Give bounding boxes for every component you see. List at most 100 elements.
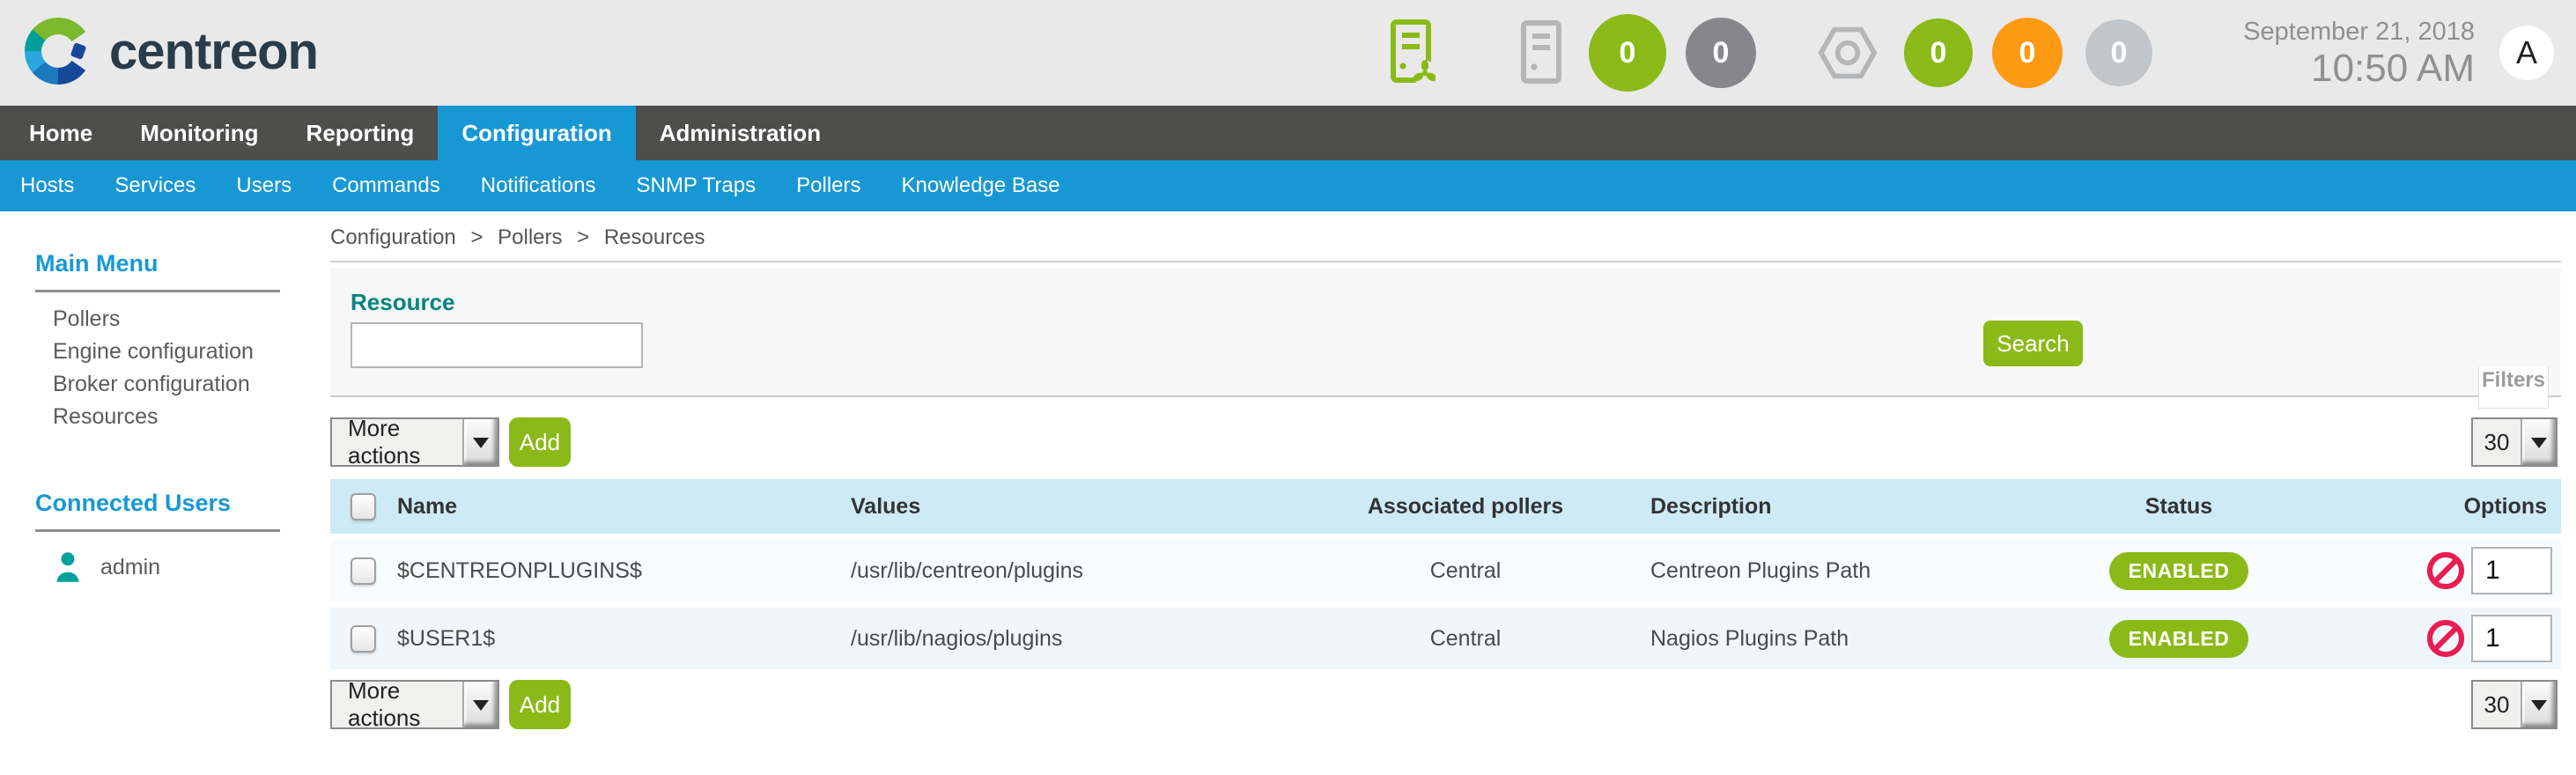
table-header: Name Values Associated pollers Descripti… — [330, 479, 2561, 534]
sub-nav: Hosts Services Users Commands Notificati… — [0, 160, 2576, 211]
connected-user-name: admin — [100, 555, 160, 580]
col-header-name[interactable]: Name — [388, 494, 836, 520]
user-avatar[interactable]: A — [2499, 26, 2554, 80]
sidebar-item-broker-configuration[interactable]: Broker configuration — [53, 368, 330, 401]
hosts-icon[interactable] — [1520, 19, 1562, 86]
resource-label: Resource — [351, 289, 455, 316]
sidebar-connected-users-title: Connected Users — [35, 490, 330, 517]
sidebar-item-engine-configuration[interactable]: Engine configuration — [53, 336, 330, 368]
subnav-item-hosts[interactable]: Hosts — [0, 173, 94, 198]
more-actions-label: More actions — [332, 677, 462, 732]
col-header-description[interactable]: Description — [1576, 494, 2051, 520]
services-unknown-badge[interactable]: 0 — [2085, 19, 2152, 86]
row-checkbox[interactable] — [351, 557, 376, 585]
sidebar-divider — [35, 529, 280, 532]
subnav-item-snmp-traps[interactable]: SNMP Traps — [616, 173, 777, 198]
main-content: Configuration > Pollers > Resources Reso… — [330, 211, 2565, 775]
col-header-associated-pollers[interactable]: Associated pollers — [1355, 494, 1576, 520]
order-input[interactable] — [2471, 615, 2552, 662]
resource-value: /usr/lib/centreon/plugins — [836, 558, 1355, 584]
status-badge: ENABLED — [2109, 552, 2249, 590]
nav-item-reporting[interactable]: Reporting — [283, 106, 439, 160]
row-checkbox[interactable] — [351, 625, 376, 653]
resource-value: /usr/lib/nagios/plugins — [836, 626, 1355, 652]
toolbar-top: More actions Add 30 — [330, 417, 2561, 467]
nav-item-home[interactable]: Home — [5, 106, 116, 160]
nav-item-configuration[interactable]: Configuration — [438, 106, 635, 160]
header-status-icons: 0 0 0 0 0 — [1390, 0, 2152, 106]
more-actions-select[interactable]: More actions — [330, 680, 499, 729]
breadcrumb-separator: > — [470, 225, 483, 249]
chevron-down-icon — [2521, 419, 2556, 465]
disable-icon[interactable] — [2425, 550, 2466, 591]
services-warning-badge[interactable]: 0 — [1992, 18, 2063, 88]
breadcrumb-separator: > — [577, 225, 589, 249]
disable-icon[interactable] — [2425, 618, 2466, 659]
toolbar-bottom: More actions Add 30 — [330, 680, 2561, 729]
resource-name[interactable]: $CENTREONPLUGINS$ — [388, 558, 836, 584]
subnav-item-users[interactable]: Users — [216, 173, 312, 198]
main-nav: Home Monitoring Reporting Configuration … — [0, 106, 2576, 160]
hosts-up-badge[interactable]: 0 — [1589, 14, 1666, 92]
nav-item-administration[interactable]: Administration — [636, 106, 845, 160]
poller-icon[interactable] — [1390, 18, 1436, 87]
sidebar: Main Menu Pollers Engine configuration B… — [0, 211, 330, 775]
col-header-values[interactable]: Values — [836, 494, 1355, 520]
services-icon[interactable] — [1818, 26, 1878, 80]
breadcrumb: Configuration > Pollers > Resources — [330, 225, 2565, 250]
more-actions-select[interactable]: More actions — [330, 417, 499, 467]
services-ok-badge[interactable]: 0 — [1904, 18, 1973, 87]
filters-tab[interactable]: Filters — [2478, 366, 2549, 409]
subnav-item-knowledge-base[interactable]: Knowledge Base — [881, 173, 1080, 198]
status-badge: ENABLED — [2109, 620, 2249, 658]
breadcrumb-pollers[interactable]: Pollers — [498, 225, 562, 249]
sidebar-item-resources[interactable]: Resources — [53, 401, 330, 433]
select-all-checkbox[interactable] — [351, 493, 376, 520]
search-panel: Resource Search Filters — [330, 268, 2561, 397]
current-date: September 21, 2018 — [2175, 16, 2475, 48]
subnav-item-notifications[interactable]: Notifications — [461, 173, 616, 198]
chevron-down-icon — [2521, 682, 2556, 727]
sidebar-main-menu-list: Pollers Engine configuration Broker conf… — [53, 303, 330, 433]
sidebar-item-pollers[interactable]: Pollers — [53, 303, 330, 336]
col-header-status[interactable]: Status — [2051, 494, 2307, 520]
more-actions-label: More actions — [332, 415, 462, 469]
search-button[interactable]: Search — [1983, 321, 2083, 366]
sidebar-divider — [35, 290, 280, 292]
table-row: $USER1$ /usr/lib/nagios/plugins Central … — [330, 608, 2561, 669]
page-size-value: 30 — [2473, 691, 2521, 719]
resource-pollers: Central — [1355, 558, 1576, 584]
top-header: centreon — [0, 0, 2576, 106]
subnav-item-pollers[interactable]: Pollers — [776, 173, 881, 198]
hosts-down-badge[interactable]: 0 — [1686, 18, 1756, 88]
subnav-item-commands[interactable]: Commands — [312, 173, 461, 198]
subnav-item-services[interactable]: Services — [94, 173, 216, 198]
chevron-down-icon — [462, 682, 498, 727]
resource-search-input[interactable] — [351, 322, 643, 368]
resource-name[interactable]: $USER1$ — [388, 626, 836, 652]
page-size-value: 30 — [2473, 429, 2521, 456]
resource-description: Nagios Plugins Path — [1576, 626, 2051, 652]
add-button[interactable]: Add — [509, 680, 571, 729]
page-size-select[interactable]: 30 — [2471, 417, 2558, 467]
order-input[interactable] — [2471, 547, 2552, 594]
table-row: $CENTREONPLUGINS$ /usr/lib/centreon/plug… — [330, 540, 2561, 602]
centreon-logo-icon — [25, 18, 92, 85]
breadcrumb-resources[interactable]: Resources — [604, 225, 705, 249]
current-time: 10:50 AM — [2175, 48, 2475, 90]
breadcrumb-configuration[interactable]: Configuration — [330, 225, 456, 249]
nav-item-monitoring[interactable]: Monitoring — [116, 106, 282, 160]
resource-description: Centreon Plugins Path — [1576, 558, 2051, 584]
breadcrumb-divider — [330, 261, 2561, 262]
col-header-options: Options — [2307, 494, 2559, 520]
user-icon — [55, 551, 81, 583]
add-button[interactable]: Add — [509, 417, 571, 467]
connected-user-admin[interactable]: admin — [55, 551, 330, 583]
page-size-select[interactable]: 30 — [2471, 680, 2558, 729]
sidebar-main-menu-title: Main Menu — [35, 250, 330, 277]
centreon-logo[interactable]: centreon — [25, 18, 318, 85]
resource-pollers: Central — [1355, 626, 1576, 652]
centreon-app: centreon — [0, 0, 2576, 775]
chevron-down-icon — [462, 419, 498, 465]
clock: September 21, 2018 10:50 AM — [2175, 16, 2475, 90]
